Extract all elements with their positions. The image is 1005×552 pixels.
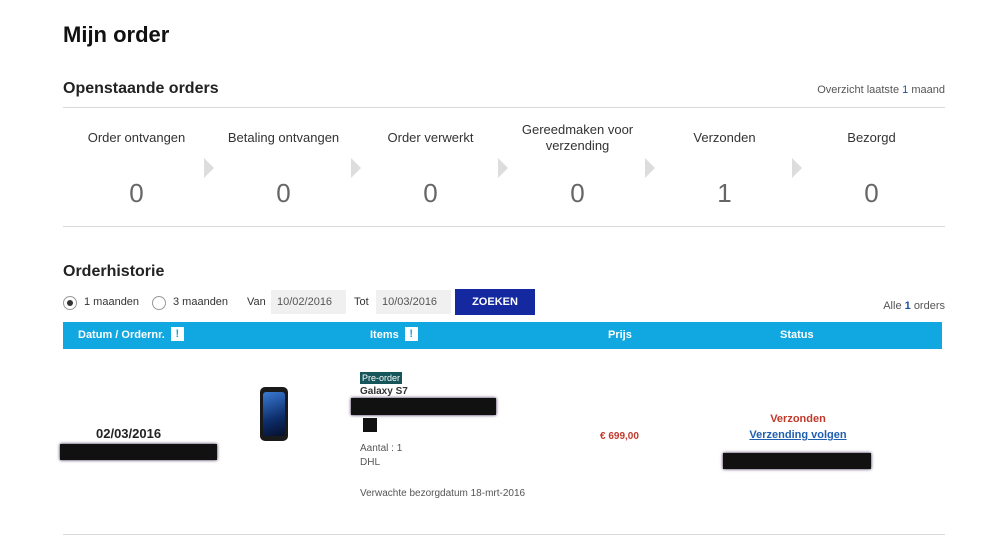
redacted-order-number — [60, 444, 217, 460]
overview-suffix: maand — [911, 84, 945, 96]
from-date-field[interactable]: 10/02/2016 — [271, 290, 346, 314]
expected-delivery: Verwachte bezorgdatum 18-mrt-2016 — [360, 488, 526, 499]
step-label: Betaling ontvangen — [227, 130, 340, 145]
divider — [63, 226, 945, 227]
item-carrier: DHL — [360, 457, 381, 468]
step-order-processed: Order verwerkt 0 — [357, 118, 508, 218]
order-price: € 699,00 — [600, 431, 639, 442]
order-table-header: Datum / Ordernr.! Items! Prijs Status — [63, 322, 942, 349]
orders-count-suffix: orders — [913, 300, 945, 312]
range-1-month-radio[interactable] — [63, 296, 77, 310]
overview-period: Overzicht laatste 1 maand — [817, 84, 945, 96]
step-count[interactable]: 0 — [504, 178, 651, 209]
color-swatch — [363, 418, 377, 432]
info-icon[interactable]: ! — [170, 327, 184, 342]
step-count[interactable]: 1 — [651, 178, 798, 209]
step-count[interactable]: 0 — [798, 178, 945, 209]
orders-count-number: 1 — [904, 300, 911, 312]
header-status: Status — [780, 329, 814, 341]
search-button[interactable]: ZOEKEN — [455, 289, 535, 315]
order-history-title: Orderhistorie — [63, 263, 165, 280]
step-label: Bezorgd — [847, 130, 896, 145]
step-label: Verzonden — [693, 130, 756, 145]
order-status-steps: Order ontvangen 0 Betaling ontvangen 0 O… — [63, 118, 945, 218]
step-order-received: Order ontvangen 0 — [63, 118, 214, 218]
pre-order-badge: Pre-order — [360, 372, 403, 384]
orders-count-prefix: Alle — [883, 300, 902, 312]
step-count[interactable]: 0 — [63, 178, 210, 209]
divider — [63, 107, 945, 108]
item-quantity: Aantal : 1 — [360, 443, 403, 454]
step-count[interactable]: 0 — [210, 178, 357, 209]
header-price: Prijs — [608, 329, 632, 341]
orders-count: Alle 1 orders — [883, 300, 945, 312]
range-1-month-label[interactable]: 1 maanden — [84, 296, 139, 308]
info-icon[interactable]: ! — [404, 327, 418, 342]
track-shipment-link[interactable]: Verzending volgen — [735, 428, 861, 442]
page-title: Mijn order — [63, 22, 170, 47]
range-3-months-radio[interactable] — [152, 296, 166, 310]
overview-prefix: Overzicht laatste — [817, 84, 900, 96]
step-label: Gereedmaken voor verzending — [521, 122, 634, 153]
step-count[interactable]: 0 — [357, 178, 504, 209]
overview-period-link[interactable]: 1 — [902, 84, 908, 96]
to-date-field[interactable]: 10/03/2016 — [376, 290, 451, 314]
step-label: Order ontvangen — [87, 130, 186, 145]
header-date-label: Datum / Ordernr. — [78, 329, 165, 341]
phone-screen — [263, 392, 285, 436]
step-payment-received: Betaling ontvangen 0 — [210, 118, 361, 218]
from-label: Van — [247, 296, 266, 308]
order-status: Verzonden — [770, 413, 826, 425]
divider — [63, 534, 945, 535]
product-image[interactable] — [260, 387, 288, 441]
open-orders-title: Openstaande orders — [63, 80, 219, 97]
redacted-product-detail — [351, 398, 496, 415]
header-date: Datum / Ordernr.! — [78, 322, 184, 349]
step-delivered: Bezorgd 0 — [798, 118, 945, 218]
header-items: Items! — [370, 322, 418, 349]
step-preparing-shipment: Gereedmaken voor verzending 0 — [504, 118, 655, 218]
order-date: 02/03/2016 — [96, 426, 162, 441]
step-shipped: Verzonden 1 — [651, 118, 802, 218]
to-label: Tot — [354, 296, 369, 308]
redacted-tracking-number — [723, 453, 871, 469]
history-filters: 1 maanden 3 maanden Van 10/02/2016 Tot 1… — [63, 289, 945, 315]
product-name[interactable]: Galaxy S7 — [360, 386, 408, 397]
header-items-label: Items — [370, 329, 399, 341]
step-label: Order verwerkt — [387, 130, 474, 145]
range-3-months-label[interactable]: 3 maanden — [173, 296, 228, 308]
